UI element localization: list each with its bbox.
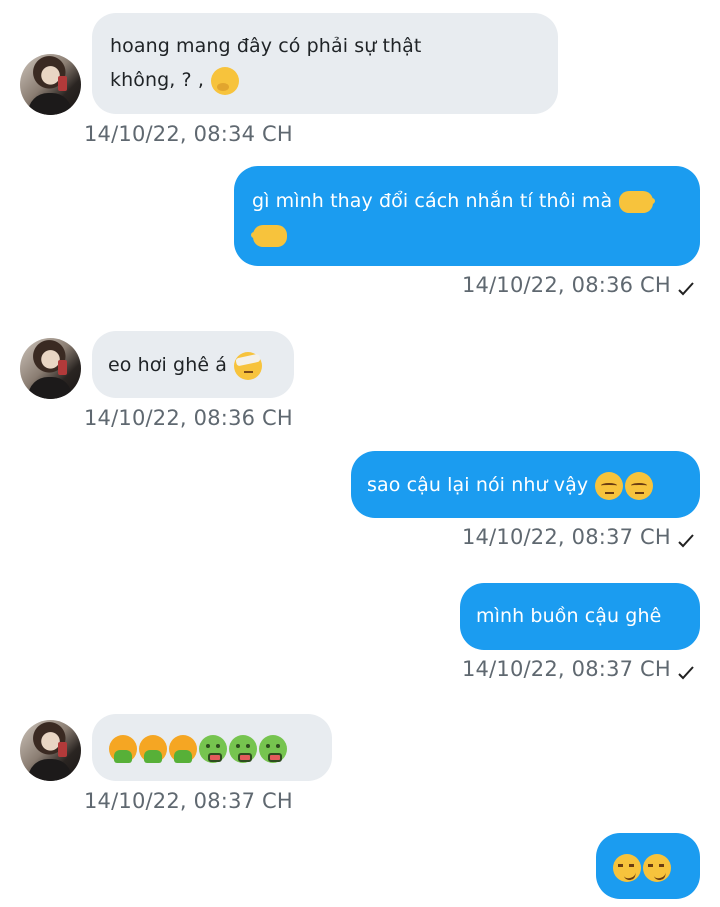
backhand-index-pointing-left-icon: [253, 224, 287, 247]
face-with-head-bandage-icon: [234, 351, 263, 380]
message-timestamp: 14/10/22, 08:37 CH: [462, 657, 671, 681]
face-vomiting-icon: [169, 734, 197, 763]
message-emoji-row: [108, 731, 316, 765]
nauseated-face-icon: [259, 734, 287, 763]
read-check-icon: [678, 534, 694, 548]
message-emoji-row: [612, 850, 684, 884]
message-bubble-outgoing[interactable]: sao cậu lại nói như vậy: [351, 451, 700, 518]
nauseated-face-icon: [229, 734, 257, 763]
face-vomiting-icon: [109, 734, 137, 763]
message-text: eo hơi ghê á: [108, 348, 278, 382]
smirking-face-icon: [613, 853, 641, 882]
read-check-icon: [678, 282, 694, 296]
contact-avatar[interactable]: [20, 720, 81, 781]
message-bubble-incoming[interactable]: [92, 714, 332, 781]
pensive-face-icon: [625, 471, 654, 500]
contact-avatar[interactable]: [20, 54, 81, 115]
message-bubble-outgoing[interactable]: [596, 833, 700, 899]
face-vomiting-icon: [139, 734, 167, 763]
chat-thread: hoang mang đây có phải sự thật không, ? …: [0, 0, 720, 907]
message-bubble-incoming[interactable]: eo hơi ghê á: [92, 331, 294, 398]
read-check-icon: [678, 666, 694, 680]
pensive-face-icon: [595, 471, 624, 500]
message-text: hoang mang đây có phải sự thật không, ? …: [110, 29, 540, 97]
message-timestamp: 14/10/22, 08:36 CH: [462, 273, 671, 297]
message-bubble-outgoing[interactable]: gì mình thay đổi cách nhắn tí thôi mà: [234, 166, 700, 266]
message-text: mình buồn cậu ghê: [476, 605, 662, 627]
thinking-face-icon: [211, 66, 240, 95]
contact-avatar[interactable]: [20, 338, 81, 399]
message-timestamp: 14/10/22, 08:37 CH: [462, 525, 671, 549]
backhand-index-pointing-right-icon: [619, 190, 656, 213]
message-timestamp: 14/10/22, 08:37 CH: [84, 789, 293, 813]
message-bubble-outgoing[interactable]: mình buồn cậu ghê: [460, 583, 700, 650]
message-timestamp: 14/10/22, 08:36 CH: [84, 406, 293, 430]
message-text: gì mình thay đổi cách nhắn tí thôi mà: [252, 184, 682, 252]
message-bubble-incoming[interactable]: hoang mang đây có phải sự thật không, ? …: [92, 13, 558, 114]
smirking-face-icon: [643, 853, 671, 882]
message-text: sao cậu lại nói như vậy: [367, 468, 684, 502]
message-timestamp: 14/10/22, 08:34 CH: [84, 122, 293, 146]
nauseated-face-icon: [199, 734, 227, 763]
